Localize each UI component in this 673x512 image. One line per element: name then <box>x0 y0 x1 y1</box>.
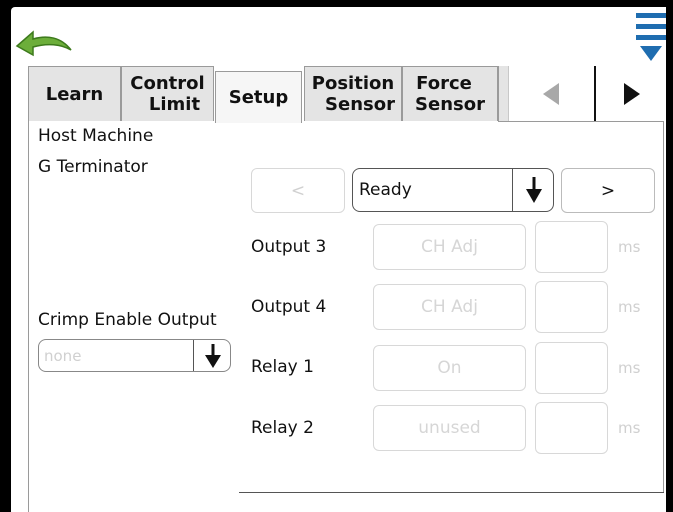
tab-overflow-edge <box>498 66 508 121</box>
tab-learn-label: Learn <box>45 83 104 105</box>
output-3-label: Output 3 <box>251 237 327 257</box>
menu-lines-icon[interactable] <box>634 11 668 63</box>
content-left-border <box>28 121 29 512</box>
output-4-label: Output 4 <box>251 297 327 317</box>
tab-position-sensor-line1: Position <box>311 73 395 94</box>
relay-1-label: Relay 1 <box>251 357 314 377</box>
terminator-label: G Terminator <box>38 157 148 177</box>
content-bottom-line <box>239 492 664 493</box>
relay-1-time-field[interactable] <box>535 342 608 394</box>
tab-force-sensor-line2: Sensor <box>415 94 485 115</box>
state-dropdown[interactable]: Ready <box>352 168 554 212</box>
tab-setup[interactable]: Setup <box>215 71 302 123</box>
tabs-prev-button[interactable] <box>508 66 594 121</box>
output-3-unit: ms <box>618 238 641 256</box>
content-right-border <box>663 121 664 493</box>
tab-learn[interactable]: Learn <box>28 66 121 121</box>
tab-force-sensor-line1: Force <box>416 73 472 94</box>
tab-setup-label: Setup <box>228 87 289 108</box>
tab-force-sensor[interactable]: Force Sensor <box>402 66 498 121</box>
tab-position-sensor[interactable]: Position Sensor <box>304 66 402 121</box>
dropdown-divider <box>512 169 513 211</box>
dropdown-divider <box>193 340 194 371</box>
state-dropdown-value: Ready <box>359 180 412 200</box>
output-4-mode-field[interactable]: CH Adj <box>373 284 526 330</box>
crimp-enable-output-value: none <box>44 346 82 365</box>
state-prev-button[interactable]: < <box>251 168 345 213</box>
relay-1-mode-field[interactable]: On <box>373 345 526 391</box>
state-next-button[interactable]: > <box>561 168 655 213</box>
tabs-next-button[interactable] <box>594 66 666 121</box>
relay-2-time-field[interactable] <box>535 402 608 454</box>
output-3-mode-field[interactable]: CH Adj <box>373 224 526 270</box>
down-arrow-icon <box>526 177 542 203</box>
crimp-enable-output-label: Crimp Enable Output <box>38 310 217 330</box>
main-panel: Learn Control Limit Setup Position Senso… <box>11 7 666 512</box>
down-arrow-icon <box>205 343 221 368</box>
output-3-mode-value: CH Adj <box>421 237 478 257</box>
state-prev-label: < <box>290 180 306 201</box>
tab-position-sensor-line2: Sensor <box>325 94 395 115</box>
output-4-time-field[interactable] <box>535 281 608 333</box>
output-3-time-field[interactable] <box>535 221 608 273</box>
output-4-mode-value: CH Adj <box>421 297 478 317</box>
crimp-enable-output-dropdown[interactable]: none <box>38 339 231 372</box>
relay-1-mode-value: On <box>437 358 462 378</box>
relay-1-unit: ms <box>618 359 641 377</box>
tabs-bottom-line <box>498 121 664 122</box>
tab-control-limit[interactable]: Control Limit <box>121 66 214 121</box>
left-triangle-icon <box>543 83 559 105</box>
output-4-unit: ms <box>618 298 641 316</box>
tab-control-limit-line1: Control <box>130 73 205 94</box>
back-arrow-icon[interactable] <box>15 24 73 58</box>
state-next-label: > <box>600 180 616 201</box>
host-machine-label: Host Machine <box>38 126 154 146</box>
relay-2-label: Relay 2 <box>251 418 314 438</box>
relay-2-unit: ms <box>618 419 641 437</box>
right-triangle-icon <box>624 83 640 105</box>
relay-2-mode-field[interactable]: unused <box>373 405 526 451</box>
tab-control-limit-line2: Limit <box>148 94 201 115</box>
relay-2-mode-value: unused <box>418 418 481 438</box>
screen: Learn Control Limit Setup Position Senso… <box>0 0 673 512</box>
